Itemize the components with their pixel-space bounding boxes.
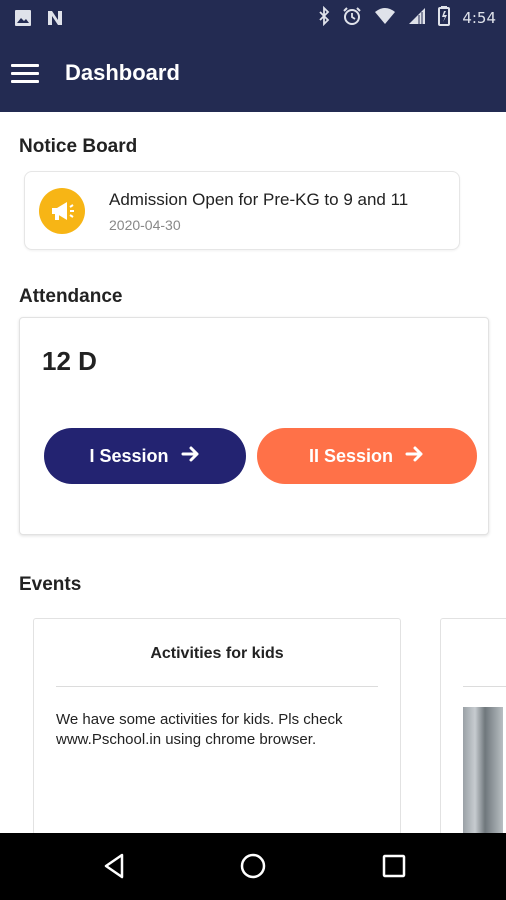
signal-icon [408, 7, 426, 29]
status-bar-right: 4:54 [318, 5, 496, 30]
event-divider [463, 686, 506, 687]
notice-board-heading: Notice Board [19, 136, 138, 157]
event-divider [56, 686, 378, 687]
hamburger-menu-icon[interactable] [11, 64, 39, 84]
bluetooth-icon [318, 5, 330, 30]
alarm-icon [342, 6, 362, 30]
notice-card[interactable]: Admission Open for Pre-KG to 9 and 11 20… [24, 171, 460, 250]
system-nav-bar [0, 833, 506, 900]
status-bar-left [14, 9, 64, 32]
event-image [463, 707, 503, 834]
event-description: We have some activities for kids. Pls ch… [56, 711, 343, 748]
megaphone-icon [39, 188, 85, 234]
back-icon[interactable] [99, 851, 129, 881]
events-heading: Events [19, 574, 82, 595]
n-icon [46, 9, 64, 32]
home-icon[interactable] [238, 851, 268, 881]
first-session-label: I Session [89, 445, 169, 466]
arrow-right-icon [405, 445, 425, 468]
event-title: Activities for kids [150, 645, 284, 662]
page-title: Dashboard [65, 60, 180, 85]
arrow-right-icon [181, 445, 201, 468]
second-session-button[interactable]: II Session [257, 428, 477, 484]
app-bar: Dashboard [0, 36, 506, 112]
event-card-partial[interactable] [440, 618, 506, 835]
image-icon [14, 9, 32, 32]
notice-date: 2020-04-30 [109, 217, 181, 233]
class-name: 12 D [42, 346, 97, 376]
recents-icon[interactable] [379, 851, 409, 881]
event-card[interactable]: Activities for kids We have some activit… [33, 618, 401, 835]
notice-title: Admission Open for Pre-KG to 9 and 11 [109, 190, 409, 209]
status-bar: 4:54 [0, 0, 506, 36]
battery-icon [438, 6, 451, 30]
status-time: 4:54 [462, 9, 496, 27]
second-session-label: II Session [308, 445, 394, 466]
wifi-icon [374, 7, 396, 29]
attendance-card: 12 D I Session II Session [19, 317, 489, 535]
attendance-heading: Attendance [19, 286, 123, 307]
first-session-button[interactable]: I Session [44, 428, 246, 484]
